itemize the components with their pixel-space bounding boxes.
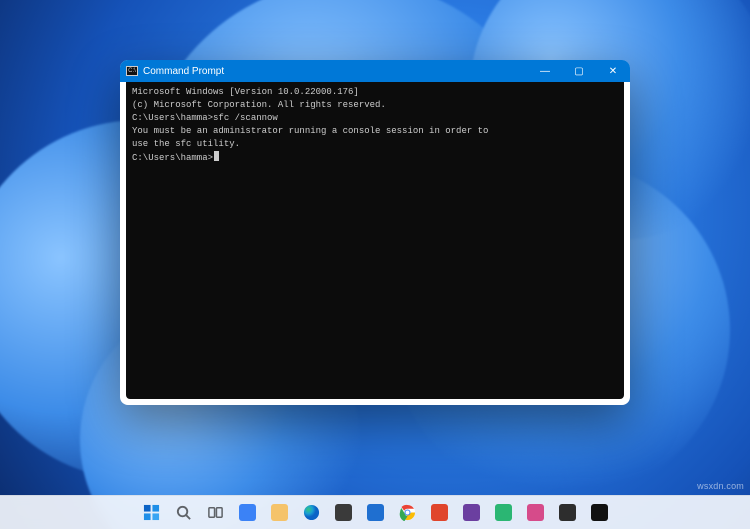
terminal-prompt-line[interactable]: C:\Users\hamma> [132, 151, 618, 165]
file-explorer-icon[interactable] [266, 500, 292, 526]
desktop: C:\ Command Prompt — ▢ ✕ Microsoft Windo… [0, 0, 750, 529]
widgets-icon[interactable] [234, 500, 260, 526]
task-view-icon[interactable] [202, 500, 228, 526]
edge-icon[interactable] [298, 500, 324, 526]
watermark: wsxdn.com [697, 481, 744, 491]
terminal-prompt: C:\Users\hamma> [132, 153, 213, 163]
terminal-line: (c) Microsoft Corporation. All rights re… [132, 99, 618, 112]
terminal-line: You must be an administrator running a c… [132, 125, 618, 138]
taskbar[interactable] [0, 495, 750, 529]
minimize-button[interactable]: — [528, 60, 562, 82]
mail-icon[interactable] [362, 500, 388, 526]
store-icon[interactable] [330, 500, 356, 526]
chrome-icon[interactable] [394, 500, 420, 526]
terminal-taskbar-icon[interactable] [586, 500, 612, 526]
app-icon-5[interactable] [554, 500, 580, 526]
terminal-line: C:\Users\hamma>sfc /scannow [132, 112, 618, 125]
start-icon[interactable] [138, 500, 164, 526]
close-button[interactable]: ✕ [596, 60, 630, 82]
maximize-button[interactable]: ▢ [562, 60, 596, 82]
terminal-cursor [214, 151, 219, 161]
app-icon-2[interactable] [458, 500, 484, 526]
app-icon-4[interactable] [522, 500, 548, 526]
terminal-output[interactable]: Microsoft Windows [Version 10.0.22000.17… [126, 82, 624, 399]
window-title: Command Prompt [143, 66, 224, 77]
search-icon[interactable] [170, 500, 196, 526]
app-icon-1[interactable] [426, 500, 452, 526]
terminal-line: use the sfc utility. [132, 138, 618, 151]
app-icon-3[interactable] [490, 500, 516, 526]
command-prompt-icon: C:\ [126, 66, 138, 76]
command-prompt-window[interactable]: C:\ Command Prompt — ▢ ✕ Microsoft Windo… [120, 60, 630, 405]
terminal-line: Microsoft Windows [Version 10.0.22000.17… [132, 86, 618, 99]
titlebar[interactable]: C:\ Command Prompt — ▢ ✕ [120, 60, 630, 82]
